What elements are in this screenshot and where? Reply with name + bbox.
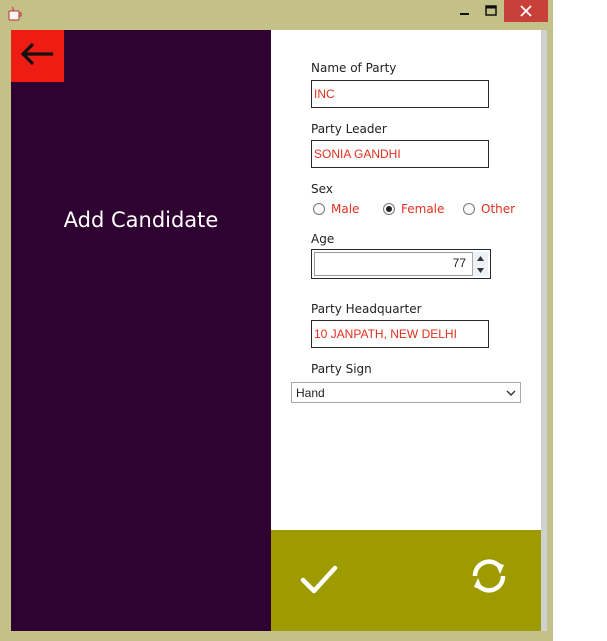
party-headquarter-field[interactable]: [311, 320, 489, 348]
radio-label-female: Female: [401, 202, 445, 216]
name-of-party-field[interactable]: [311, 80, 489, 108]
party-headquarter-label: Party Headquarter: [311, 302, 422, 316]
maximize-button[interactable]: [478, 0, 504, 22]
party-leader-label: Party Leader: [311, 122, 387, 136]
panel-title: Add Candidate: [63, 208, 219, 232]
caret-up-icon: [477, 255, 484, 261]
name-of-party-label: Name of Party: [311, 61, 397, 75]
close-button[interactable]: [504, 0, 548, 22]
minimize-button[interactable]: [452, 0, 478, 22]
party-leader-field[interactable]: [311, 140, 489, 168]
back-button[interactable]: [11, 30, 64, 82]
caret-down-icon: [477, 267, 484, 273]
sex-radio-other[interactable]: Other: [463, 202, 515, 216]
java-app-icon: [7, 6, 23, 22]
left-panel: Add Candidate: [11, 30, 271, 631]
check-icon: [300, 565, 338, 594]
radio-indicator[interactable]: [463, 203, 475, 215]
window-bottom-border: [0, 631, 553, 641]
party-leader-input[interactable]: [312, 141, 488, 167]
title-bar: [0, 0, 553, 30]
sex-label: Sex: [311, 182, 333, 196]
party-headquarter-input[interactable]: [312, 321, 488, 347]
party-sign-selected-value: Hand: [296, 386, 325, 400]
party-sign-label: Party Sign: [311, 362, 372, 376]
sex-radio-male[interactable]: Male: [313, 202, 359, 216]
chevron-down-icon: [506, 387, 516, 401]
refresh-icon: [472, 559, 506, 593]
action-bar: [271, 530, 541, 631]
candidate-form: Name of Party Party Leader Sex Male Fema…: [271, 30, 541, 530]
radio-label-male: Male: [331, 202, 360, 216]
radio-indicator[interactable]: [313, 203, 325, 215]
reset-button[interactable]: [467, 554, 511, 598]
age-label: Age: [311, 232, 335, 246]
arrow-left-icon: [20, 42, 56, 71]
spinner-buttons: [472, 252, 488, 276]
age-value[interactable]: 77: [453, 256, 466, 270]
radio-indicator-selected[interactable]: [383, 203, 395, 215]
sex-radio-female[interactable]: Female: [383, 202, 444, 216]
radio-label-other: Other: [481, 202, 516, 216]
submit-button[interactable]: [299, 558, 339, 598]
name-of-party-input[interactable]: [312, 81, 488, 107]
age-spinner[interactable]: 77: [311, 249, 491, 279]
party-sign-select[interactable]: Hand: [291, 382, 521, 403]
client-area: Add Candidate Name of Party Party Leader…: [11, 30, 541, 631]
spinner-down-button[interactable]: [473, 264, 488, 276]
window-edge: [541, 30, 547, 631]
